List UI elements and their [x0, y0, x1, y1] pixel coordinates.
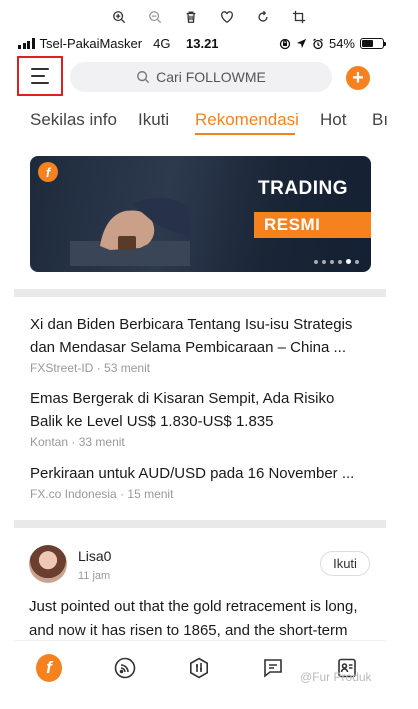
- post-time: 11 jam: [78, 570, 111, 582]
- carrier-name: Tsel-PakaiMasker: [39, 36, 143, 51]
- tab-rekomendasi[interactable]: Rekomendasi: [195, 110, 299, 130]
- news-source: FX.co Indonesia: [30, 487, 117, 501]
- crop-icon[interactable]: [288, 6, 310, 28]
- search-icon: [137, 71, 150, 84]
- carousel-dot-active: [346, 259, 351, 264]
- avatar[interactable]: [29, 545, 67, 583]
- promo-banner[interactable]: f TRADING RESMI: [30, 156, 371, 272]
- carousel-dot: [338, 259, 342, 264]
- post-author[interactable]: Lisa0: [78, 548, 111, 564]
- feed-icon: [114, 657, 136, 679]
- hamburger-icon: [31, 68, 49, 70]
- watermark: @Fur Produk: [300, 670, 372, 684]
- news-time: 15 menit: [127, 487, 174, 501]
- news-meta: Kontan · 33 menit: [30, 435, 370, 449]
- post-body[interactable]: Just pointed out that the gold retraceme…: [29, 595, 374, 641]
- carousel-dot: [355, 259, 359, 264]
- carousel-indicator: [314, 259, 359, 264]
- trash-icon[interactable]: [180, 6, 202, 28]
- tab-ikuti[interactable]: Ikuti: [138, 110, 169, 130]
- meta-separator: ·: [71, 435, 79, 449]
- alarm-icon: [313, 37, 323, 49]
- clock: 13.21: [186, 36, 219, 51]
- heart-icon[interactable]: [216, 6, 238, 28]
- signal-icon: [18, 38, 35, 49]
- category-tabs: Sekilas info Ikuti Rekomendasi Hot Bı: [30, 110, 418, 140]
- follow-button[interactable]: Ikuti: [320, 551, 370, 576]
- section-divider: [14, 289, 386, 297]
- news-meta: FXStreet-ID · 53 menit: [30, 361, 370, 375]
- news-title: Emas Bergerak di Kisaran Sempit, Ada Ris…: [30, 390, 335, 430]
- meta-separator: ·: [96, 361, 105, 375]
- news-item[interactable]: Xi dan Biden Berbicara Tentang Isu-isu S…: [30, 313, 370, 375]
- news-source: Kontan: [30, 435, 69, 449]
- stamp-hand-illustration: [70, 197, 190, 266]
- image-viewer-toolbar: [0, 6, 418, 28]
- news-source: FXStreet-ID: [30, 361, 94, 375]
- search-placeholder: Cari FOLLOWME: [156, 69, 266, 85]
- lock-rotation-icon: [279, 38, 291, 49]
- carousel-dot: [322, 259, 326, 264]
- carousel-dot: [330, 259, 334, 264]
- battery-icon: [360, 38, 386, 49]
- search-input[interactable]: Cari FOLLOWME: [70, 62, 332, 92]
- news-title: Perkiraan untuk AUD/USD pada 16 November…: [30, 465, 355, 482]
- news-item[interactable]: Emas Bergerak di Kisaran Sempit, Ada Ris…: [30, 387, 370, 449]
- location-icon: [296, 38, 307, 49]
- rotate-icon[interactable]: [252, 6, 274, 28]
- status-bar: Tsel-PakaiMasker 4G 13.21 54%: [18, 36, 386, 54]
- nav-market[interactable]: [186, 655, 212, 681]
- zoom-in-icon[interactable]: [108, 6, 130, 28]
- news-time: 33 menit: [78, 435, 125, 449]
- news-item[interactable]: Perkiraan untuk AUD/USD pada 16 November…: [30, 462, 370, 501]
- nav-messages[interactable]: [260, 655, 286, 681]
- tab-hot[interactable]: Hot: [320, 110, 346, 130]
- add-button[interactable]: +: [346, 66, 370, 90]
- news-title: Xi dan Biden Berbicara Tentang Isu-isu S…: [30, 316, 353, 356]
- news-time: 53 menit: [104, 361, 151, 375]
- home-logo-icon: f: [36, 654, 62, 682]
- news-meta: FX.co Indonesia · 15 menit: [30, 487, 370, 501]
- battery-percent: 54%: [328, 36, 355, 51]
- nav-home[interactable]: f: [36, 654, 62, 682]
- banner-subtitle: RESMI: [254, 212, 371, 238]
- menu-button[interactable]: [17, 56, 63, 96]
- network-type: 4G: [153, 36, 171, 51]
- active-tab-indicator: [195, 133, 295, 135]
- nav-feed[interactable]: [112, 655, 138, 681]
- zoom-out-icon[interactable]: [144, 6, 166, 28]
- banner-title: TRADING: [258, 178, 349, 199]
- plus-icon: +: [352, 67, 364, 89]
- followme-logo-icon: f: [38, 162, 58, 182]
- carousel-dot: [314, 259, 318, 264]
- market-chart-icon: [190, 657, 208, 679]
- message-icon: [264, 659, 282, 678]
- tab-partial[interactable]: Bı: [372, 110, 388, 130]
- tab-sekilas-info[interactable]: Sekilas info: [30, 110, 117, 130]
- bottom-navigation: f: [14, 640, 386, 696]
- section-divider: [14, 520, 386, 528]
